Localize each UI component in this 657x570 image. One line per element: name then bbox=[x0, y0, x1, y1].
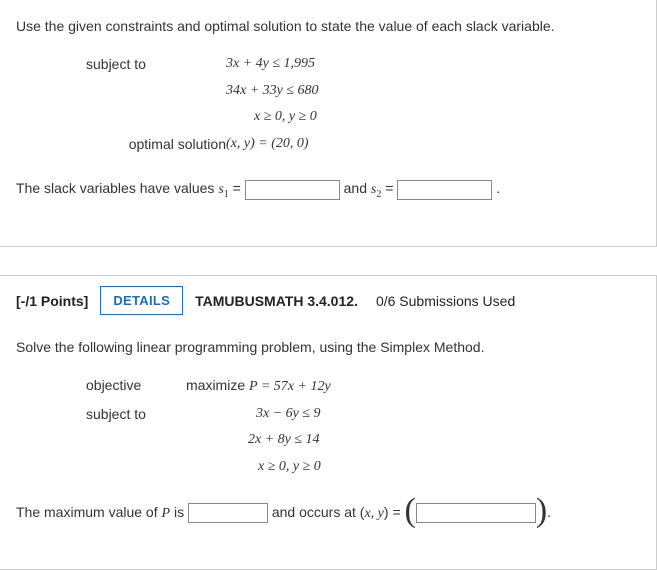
q2-constraint-3: x ≥ 0, y ≥ 0 bbox=[186, 454, 321, 481]
q1-period: . bbox=[492, 180, 500, 196]
source-label: TAMUBUSMATH 3.4.012. bbox=[195, 293, 358, 309]
q2-subject-to-label: subject to bbox=[86, 401, 186, 428]
q1-constraint-2: 34x + 33y ≤ 680 bbox=[226, 78, 319, 105]
subject-to-label: subject to bbox=[86, 51, 226, 78]
question-2: [-/1 Points] DETAILS TAMUBUSMATH 3.4.012… bbox=[0, 275, 657, 570]
q2-period: . bbox=[547, 504, 551, 520]
q1-constraint-3: x ≥ 0, y ≥ 0 bbox=[226, 104, 317, 131]
xy-input[interactable] bbox=[416, 503, 536, 523]
q1-answer-prefix: The slack variables have values bbox=[16, 180, 218, 196]
q1-constraints: subject to 3x + 4y ≤ 1,995 34x + 33y ≤ 6… bbox=[86, 51, 640, 157]
q2-header: [-/1 Points] DETAILS TAMUBUSMATH 3.4.012… bbox=[16, 276, 640, 333]
q1-optimal-value: (x, y) = (20, 0) bbox=[226, 131, 309, 158]
question-1: Use the given constraints and optimal so… bbox=[0, 0, 657, 247]
p-var: P bbox=[162, 506, 171, 521]
eq-2: = bbox=[381, 180, 397, 196]
objective-label: objective bbox=[86, 372, 186, 401]
submissions-used: 0/6 Submissions Used bbox=[376, 293, 515, 309]
is-text: is bbox=[170, 504, 188, 520]
q2-answer-line: The maximum value of P is and occurs at … bbox=[16, 497, 640, 530]
q2-prompt: Solve the following linear programming p… bbox=[16, 337, 640, 358]
big-close-paren: ) bbox=[536, 492, 547, 529]
q2-objective: maximize P = 57x + 12y bbox=[186, 372, 331, 401]
q2-answer-prefix: The maximum value of bbox=[16, 504, 162, 520]
p-value-input[interactable] bbox=[188, 503, 268, 523]
q1-constraint-1: 3x + 4y ≤ 1,995 bbox=[226, 51, 315, 78]
occurs-text: and occurs at (x, y) = bbox=[268, 504, 405, 520]
eq-1: = bbox=[229, 180, 245, 196]
and-text: and bbox=[340, 180, 371, 196]
s2-input[interactable] bbox=[397, 180, 492, 200]
s1-input[interactable] bbox=[245, 180, 340, 200]
big-open-paren: ( bbox=[405, 492, 416, 529]
q1-answer-line: The slack variables have values s1 = and… bbox=[16, 173, 640, 206]
points-label: [-/1 Points] bbox=[16, 293, 88, 309]
q1-prompt: Use the given constraints and optimal so… bbox=[16, 16, 640, 37]
details-button[interactable]: DETAILS bbox=[100, 286, 183, 315]
q2-constraint-1: 3x − 6y ≤ 9 bbox=[186, 401, 321, 428]
q2-constraint-2: 2x + 8y ≤ 14 bbox=[186, 427, 320, 454]
optimal-solution-label: optimal solution bbox=[86, 131, 246, 158]
q2-constraints: objective maximize P = 57x + 12y subject… bbox=[86, 372, 640, 480]
